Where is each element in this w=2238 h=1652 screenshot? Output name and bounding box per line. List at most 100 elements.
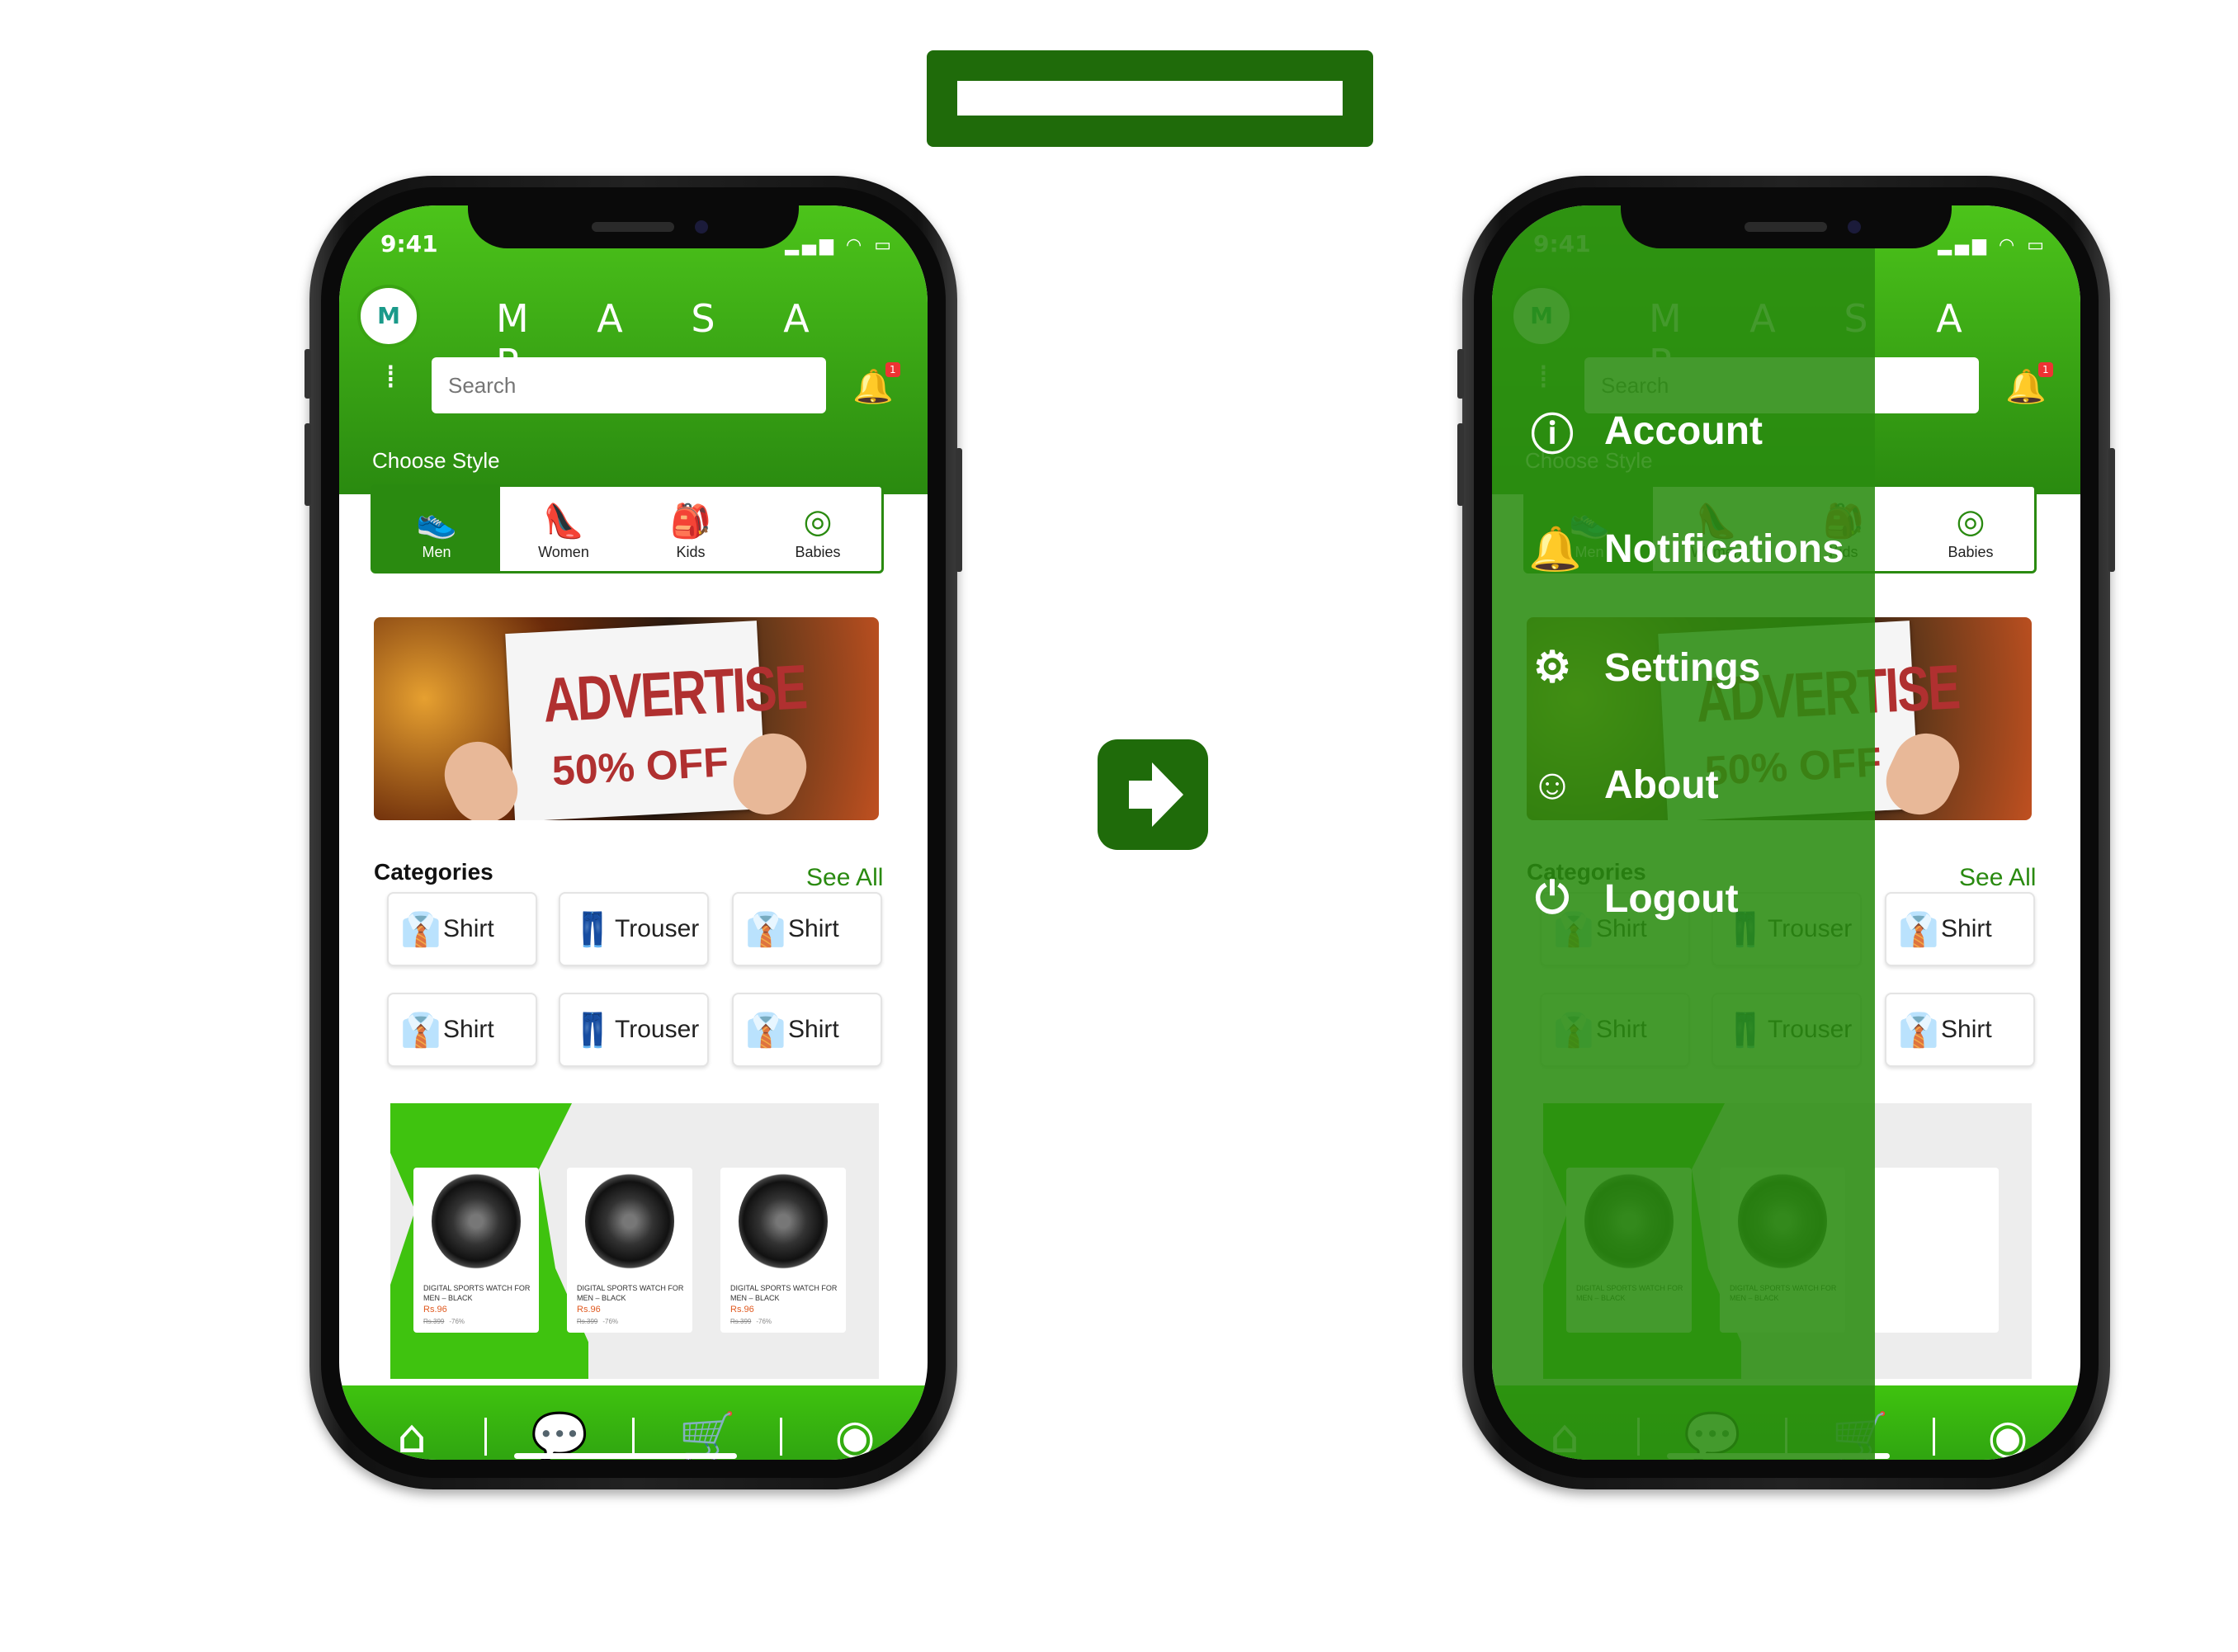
shirt-icon: 👔 — [400, 911, 441, 948]
drawer-item-settings[interactable]: ⚙ Settings — [1528, 643, 1761, 692]
style-label: Babies — [795, 544, 841, 560]
app-logo[interactable]: M — [357, 285, 420, 347]
drawer-label: Notifications — [1604, 527, 1844, 571]
shirt-icon: 👔 — [400, 1012, 441, 1049]
power-icon: ⏻ — [1535, 875, 1570, 923]
category-card[interactable]: 👔Shirt — [1885, 993, 2035, 1067]
category-card[interactable]: 👔Shirt — [387, 892, 537, 966]
ad-headline: ADVERTISE — [541, 652, 808, 736]
category-card[interactable]: 👔Shirt — [387, 993, 537, 1067]
see-all-link[interactable]: See All — [806, 864, 883, 892]
trouser-icon: 👖 — [572, 911, 613, 948]
category-label: Shirt — [443, 915, 494, 942]
watch-image — [432, 1173, 521, 1270]
drawer-item-logout[interactable]: ⏻ Logout — [1528, 874, 1739, 924]
style-babies[interactable]: ◎ Babies — [754, 487, 881, 571]
product-card[interactable]: DIGITAL SPORTS WATCH FOR MEN – BLACK Rs.9… — [413, 1168, 539, 1333]
product-old-price: Rs.399 -76% — [730, 1318, 772, 1325]
shirt-icon: 👔 — [745, 911, 786, 948]
style-kids[interactable]: 🎒 Kids — [627, 487, 754, 571]
status-time: 9:41 — [380, 230, 438, 257]
style-men[interactable]: 👟 Men — [373, 487, 500, 571]
drawer-item-account[interactable]: ⓘ Account — [1528, 400, 1763, 462]
product-card[interactable]: DIGITAL SPORTS WATCH FOR MEN – BLACK Rs.9… — [720, 1168, 846, 1333]
category-label: Shirt — [1941, 915, 1992, 942]
ad-banner[interactable]: ADVERTISE 50% OFF — [374, 617, 879, 820]
user-circle-icon: ☺ — [1530, 761, 1575, 809]
product-price: Rs.96 — [423, 1305, 447, 1315]
cart-icon[interactable]: 🛒 — [635, 1409, 780, 1460]
category-card[interactable]: 👔Shirt — [1885, 892, 2035, 966]
category-card[interactable]: 👖Trouser — [559, 892, 709, 966]
product-card[interactable] — [1873, 1168, 1999, 1333]
pacifier-icon: ◎ — [803, 503, 833, 540]
profile-icon[interactable]: ◉ — [782, 1410, 928, 1461]
drawer-item-about[interactable]: ☺ About — [1528, 760, 1719, 809]
drawer-item-notifications[interactable]: 🔔 Notifications — [1528, 524, 1844, 574]
style-label: Men — [422, 544, 451, 560]
home-icon[interactable]: ⌂ — [339, 1410, 484, 1461]
drawer-label: About — [1604, 762, 1719, 807]
category-card[interactable]: 👔Shirt — [732, 993, 882, 1067]
status-icons: ▂▄▆ ◠ ▭ — [1938, 235, 2047, 256]
style-label: Women — [538, 544, 589, 560]
menu-icon[interactable]: ⁞ — [385, 361, 396, 394]
product-title: DIGITAL SPORTS WATCH FOR MEN – BLACK — [423, 1284, 531, 1302]
product-price: Rs.96 — [730, 1305, 754, 1315]
bottom-nav: ⌂ 💬 🛒 ◉ — [339, 1385, 928, 1460]
gear-icon: ⚙ — [1532, 644, 1572, 691]
profile-icon[interactable]: ◉ — [1935, 1410, 2080, 1461]
category-label: Shirt — [1941, 1016, 1992, 1043]
heel-icon: 👠 — [543, 503, 584, 540]
shirt-icon: 👔 — [1898, 911, 1939, 948]
info-icon: ⓘ — [1530, 412, 1574, 460]
drawer-label: Account — [1604, 409, 1763, 453]
category-label: Shirt — [788, 1016, 839, 1043]
bell-icon: 🔔 — [1528, 526, 1582, 573]
product-title: DIGITAL SPORTS WATCH FOR MEN – BLACK — [577, 1284, 684, 1302]
trouser-icon: 👖 — [572, 1012, 613, 1049]
drawer-label: Logout — [1604, 877, 1739, 921]
product-old-price: Rs.399 -76% — [577, 1318, 619, 1325]
header: 9:41 ▂▄▆ ◠ ▭ M M A S A R ⁞ 🔔1 Choose Sty… — [339, 205, 928, 494]
title-placeholder — [957, 81, 1343, 116]
status-icons: ▂▄▆ ◠ ▭ — [785, 235, 895, 256]
category-card[interactable]: 👔Shirt — [732, 892, 882, 966]
category-label: Shirt — [443, 1016, 494, 1043]
pacifier-icon: ◎ — [1956, 503, 1985, 540]
product-card[interactable]: DIGITAL SPORTS WATCH FOR MEN – BLACK Rs.9… — [567, 1168, 692, 1333]
shoe-icon: 👟 — [416, 503, 457, 540]
shirt-icon: 👔 — [745, 1012, 786, 1049]
search-input[interactable] — [432, 357, 826, 413]
promo-section: DIGITAL SPORTS WATCH FOR MEN – BLACK Rs.9… — [390, 1103, 879, 1379]
drawer-screen: 9:41 ▂▄▆ ◠ ▭ M M A S A R ⁞ 🔔1 Choose Sty… — [1492, 205, 2080, 1460]
notification-badge: 1 — [885, 362, 900, 377]
home-indicator — [514, 1453, 737, 1459]
chat-icon[interactable]: 💬 — [487, 1409, 632, 1460]
style-label: Babies — [1948, 544, 1994, 560]
category-card[interactable]: 👖Trouser — [559, 993, 709, 1067]
backpack-icon: 🎒 — [670, 503, 711, 540]
title-frame — [927, 50, 1373, 147]
notification-badge: 1 — [2037, 362, 2053, 377]
home-screen: 9:41 ▂▄▆ ◠ ▭ M M A S A R ⁞ 🔔1 Choose Sty… — [339, 205, 928, 1460]
style-babies[interactable]: ◎ Babies — [1907, 487, 2034, 571]
ad-card: ADVERTISE 50% OFF — [505, 621, 808, 820]
notification-icon[interactable]: 🔔 1 — [852, 362, 900, 406]
style-selector: 👟 Men 👠 Women 🎒 Kids ◎ Babies — [371, 484, 884, 573]
phone-drawer: 9:41 ▂▄▆ ◠ ▭ M M A S A R ⁞ 🔔1 Choose Sty… — [1457, 176, 2115, 1489]
style-women[interactable]: 👠 Women — [500, 487, 627, 571]
shirt-icon: 👔 — [1898, 1012, 1939, 1049]
style-label: Kids — [676, 544, 706, 560]
see-all-link[interactable]: See All — [1959, 864, 2036, 892]
phone-home: 9:41 ▂▄▆ ◠ ▭ M M A S A R ⁞ 🔔1 Choose Sty… — [305, 176, 962, 1489]
watch-image — [739, 1173, 828, 1270]
product-title: DIGITAL SPORTS WATCH FOR MEN – BLACK — [730, 1284, 838, 1302]
notification-icon[interactable]: 🔔 1 — [2005, 362, 2053, 406]
category-label: Shirt — [788, 915, 839, 942]
choose-style-label: Choose Style — [372, 448, 500, 473]
product-price: Rs.96 — [577, 1305, 601, 1315]
notch — [1621, 205, 1952, 248]
arrow-right-icon — [1098, 739, 1208, 850]
product-old-price: Rs.399 -76% — [423, 1318, 465, 1325]
